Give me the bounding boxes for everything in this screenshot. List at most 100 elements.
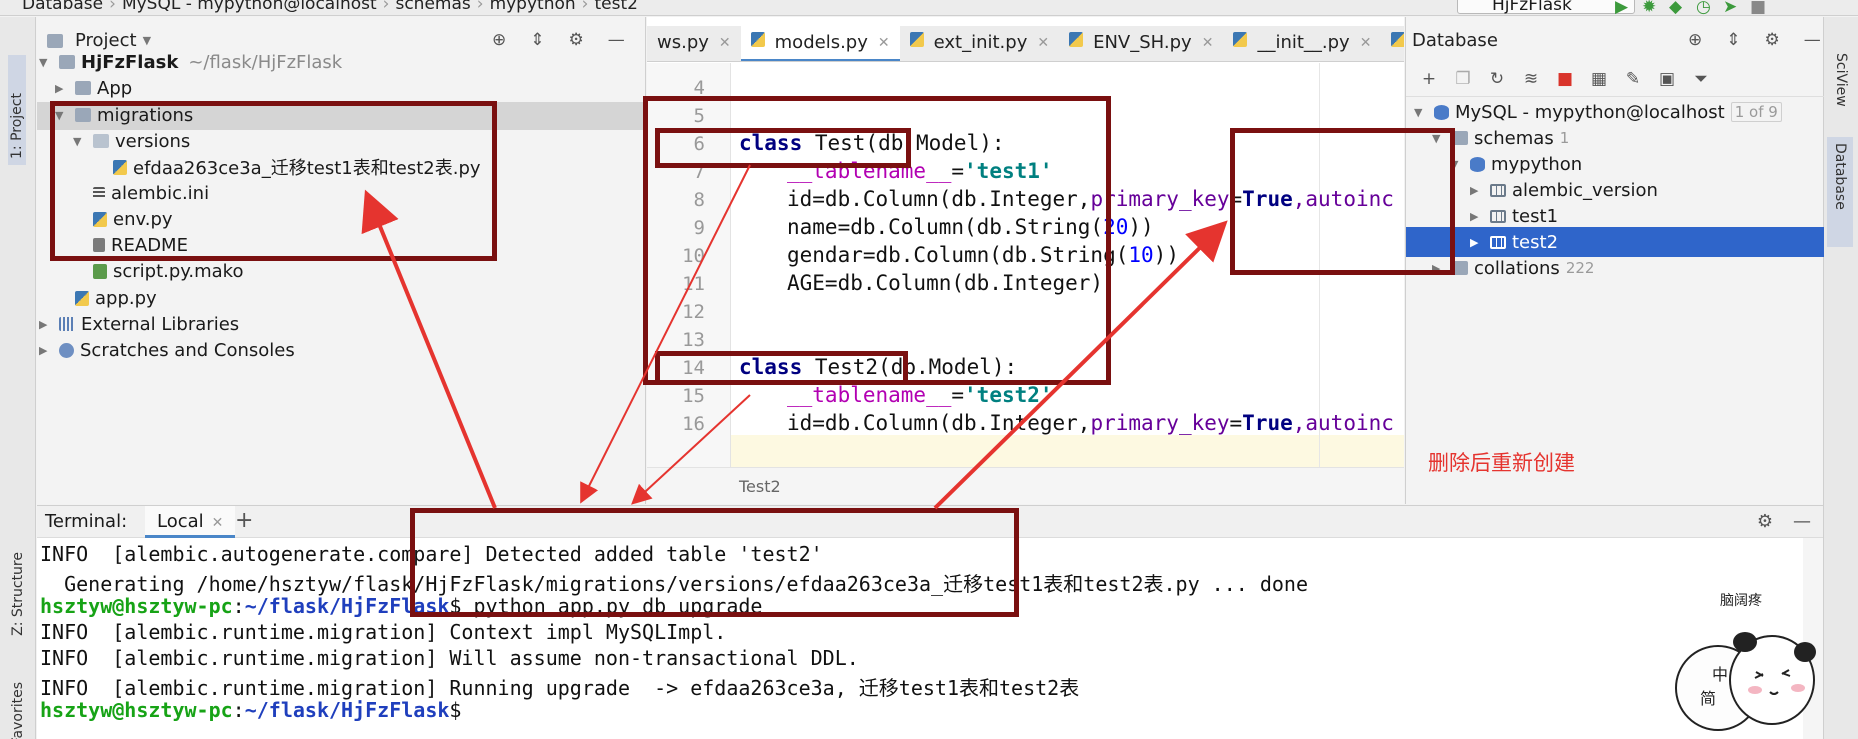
database-tool-window-button[interactable]: Database <box>1827 137 1853 247</box>
editor-tab[interactable]: a <box>1381 26 1404 61</box>
code-token: = <box>1229 411 1243 435</box>
close-icon[interactable]: ✕ <box>1360 35 1372 51</box>
filter-icon[interactable]: ⏷ <box>1692 69 1710 96</box>
close-icon[interactable]: ✕ <box>1037 35 1049 51</box>
code-line: AGE=db.Column(db.Integer) <box>787 271 1104 295</box>
editor-tab[interactable]: __init__.py ✕ <box>1223 26 1381 61</box>
editor-tab[interactable]: ws.py ✕ <box>647 26 741 61</box>
chevron-down-icon[interactable]: ▼ <box>73 135 85 148</box>
refresh-icon[interactable]: ↻ <box>1488 69 1506 96</box>
tree-item-label: App <box>97 77 133 99</box>
terminal-tab-local[interactable]: Local ✕ <box>145 506 236 538</box>
chevron-right-icon[interactable]: ▶ <box>1432 262 1444 275</box>
code-line: __tablename__='test2' <box>787 383 1053 407</box>
add-icon[interactable]: + <box>1420 69 1438 96</box>
chevron-right-icon[interactable]: ▶ <box>39 318 51 331</box>
editor-tab[interactable]: ENV_SH.py ✕ <box>1059 26 1223 61</box>
table-view-icon[interactable]: ▦ <box>1590 69 1608 96</box>
collapse-all-icon[interactable]: ⇕ <box>530 30 544 50</box>
code-token: name=db.Column(db.String( <box>787 215 1104 239</box>
scratches-icon <box>59 342 74 358</box>
project-tool-window-button[interactable]: 1: Project <box>8 55 26 165</box>
editor-breadcrumb[interactable]: Test2 <box>647 467 1404 504</box>
gear-icon[interactable]: ⚙ <box>1757 511 1773 532</box>
chevron-right-icon[interactable]: ▶ <box>55 82 67 95</box>
terminal-header: Terminal: Local ✕ + ⚙ — <box>37 506 1823 538</box>
gear-icon[interactable]: ⚙ <box>1765 30 1780 50</box>
chevron-down-icon[interactable]: ▼ <box>1450 158 1462 171</box>
code-token: __tablename__ <box>787 383 952 407</box>
chevron-right-icon[interactable]: ▶ <box>1470 210 1482 223</box>
breadcrumb-table[interactable]: test2 <box>594 0 637 14</box>
tree-item-label: README <box>111 234 188 256</box>
mascot-caption: 脑阔疼 <box>1720 593 1762 609</box>
run-icon[interactable]: ▶ <box>1615 0 1629 15</box>
chevron-down-icon[interactable]: ▼ <box>143 34 151 47</box>
locate-icon[interactable]: ⊕ <box>492 30 506 50</box>
tab-label: ws.py <box>657 32 709 53</box>
breadcrumb-database[interactable]: Database <box>22 0 103 14</box>
editor-tab[interactable]: ext_init.py ✕ <box>900 26 1059 61</box>
favorites-tool-window-button[interactable]: 2: Favorites <box>10 682 26 739</box>
right-margin-guide <box>1319 63 1320 467</box>
code-area[interactable]: 4 5 6 7 8 9 10 11 12 13 14 15 16 class T… <box>647 63 1404 467</box>
close-icon[interactable]: ✕ <box>719 35 731 51</box>
close-icon[interactable]: ✕ <box>1202 35 1214 51</box>
chevron-down-icon[interactable]: ▼ <box>1432 132 1444 145</box>
root-project-name: HjFzFlask <box>81 51 179 73</box>
terminal-line: INFO [alembic.runtime.migration] Will as… <box>40 646 859 670</box>
sciview-tool-window-button[interactable]: SciView <box>1833 53 1849 107</box>
edit-icon[interactable]: ✎ <box>1624 69 1642 96</box>
chevron-down-icon[interactable]: ▼ <box>1414 106 1426 119</box>
minimize-icon[interactable]: — <box>1804 30 1821 50</box>
copy-icon[interactable]: ❐ <box>1454 69 1472 96</box>
tree-item-scratches[interactable]: ▶ Scratches and Consoles <box>39 335 295 365</box>
breadcrumb-separator: › <box>581 0 589 14</box>
code-editor: ws.py ✕ models.py ✕ ext_init.py ✕ ENV_SH.py… <box>647 17 1404 504</box>
chevron-right-icon[interactable]: ▶ <box>1470 236 1482 249</box>
minimize-icon[interactable]: — <box>1793 511 1811 532</box>
console-icon[interactable]: ▣ <box>1658 69 1676 96</box>
debug-icon[interactable]: ✹ <box>1642 0 1656 15</box>
breadcrumb-schemas[interactable]: schemas <box>395 0 470 14</box>
minimize-icon[interactable]: — <box>608 30 625 50</box>
chevron-right-icon[interactable]: ▶ <box>39 344 51 357</box>
line-number: 5 <box>693 105 705 127</box>
folder-icon <box>1452 131 1468 145</box>
chevron-down-icon[interactable]: ▼ <box>39 56 51 69</box>
code-line: class Test2(db.Model): <box>739 355 1017 379</box>
coverage-icon[interactable]: ◆ <box>1669 0 1683 15</box>
connection-badge: 1 of 9 <box>1730 102 1782 122</box>
gear-icon[interactable]: ⚙ <box>569 30 584 50</box>
terminal-line: INFO [alembic.autogenerate.compare] Dete… <box>40 542 823 566</box>
run-configuration-select[interactable]: HjFzFlask <box>1457 0 1635 15</box>
new-terminal-icon[interactable]: + <box>235 508 253 533</box>
tree-item-app[interactable]: ▶ App <box>55 73 132 103</box>
terminal-line[interactable]: hsztyw@hsztyw-pc:~/flask/HjFzFlask$ <box>40 698 474 722</box>
collapse-all-icon[interactable]: ⇕ <box>1726 30 1740 50</box>
breadcrumb-schema[interactable]: mypython <box>490 0 576 14</box>
prompt-separator: : <box>232 594 245 618</box>
number-token: 20 <box>1103 215 1129 239</box>
stop-icon[interactable]: ■ <box>1556 69 1574 96</box>
table-icon <box>1490 235 1506 249</box>
line-number: 10 <box>682 245 705 267</box>
db-tree-collations[interactable]: ▶ collations 222 <box>1432 253 1594 283</box>
locate-icon[interactable]: ⊕ <box>1688 30 1702 50</box>
database-panel-header: Database ⊕ ⇕ ⚙ — <box>1406 26 1823 56</box>
package-folder-icon <box>75 81 91 95</box>
tree-item-script-mako[interactable]: script.py.mako <box>93 256 243 286</box>
line-number: 4 <box>693 77 705 99</box>
schemas-icon[interactable]: ≋ <box>1522 69 1540 96</box>
chevron-down-icon[interactable]: ▼ <box>55 109 67 122</box>
profile-icon[interactable]: ◷ <box>1696 0 1711 15</box>
chevron-right-icon[interactable]: ▶ <box>1470 184 1482 197</box>
structure-tool-window-button[interactable]: Z: Structure <box>10 552 26 636</box>
breadcrumb-connection[interactable]: MySQL - mypython@localhost <box>122 0 377 14</box>
stop-icon[interactable]: ■ <box>1750 0 1766 15</box>
editor-tab-active[interactable]: models.py ✕ <box>740 26 900 61</box>
concurrency-icon[interactable]: ➤ <box>1723 0 1737 15</box>
close-icon[interactable]: ✕ <box>212 515 224 531</box>
close-icon[interactable]: ✕ <box>878 35 890 51</box>
line-number: 14 <box>682 357 705 379</box>
